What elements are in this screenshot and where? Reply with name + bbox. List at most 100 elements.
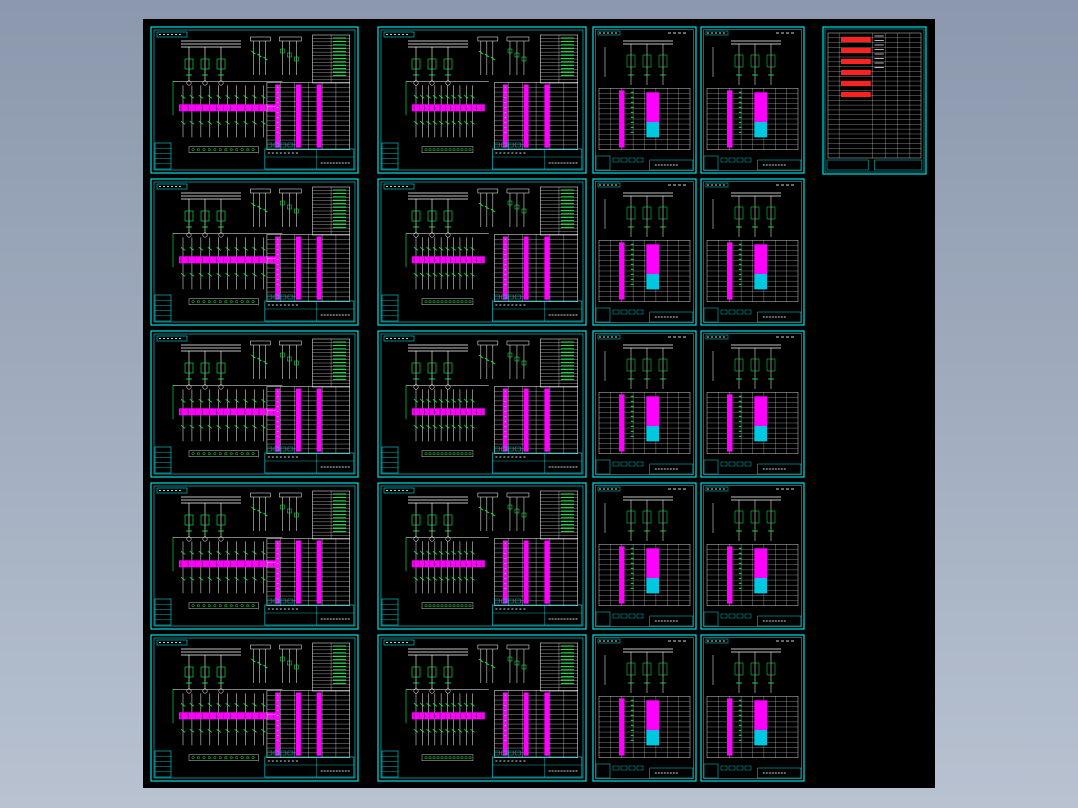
schedule-highlight-column bbox=[544, 540, 550, 604]
schedule-highlight-column bbox=[544, 236, 550, 300]
schedule-highlight-column bbox=[727, 698, 733, 756]
schedule-highlight-column bbox=[316, 236, 322, 300]
small-sheet-r4-c4 bbox=[700, 482, 805, 630]
schedule-cyan-block bbox=[754, 426, 768, 442]
schedule-highlight-column bbox=[544, 84, 550, 148]
sheet-border bbox=[377, 634, 587, 782]
terminal-strip-highlight bbox=[179, 256, 279, 264]
schedule-cyan-block bbox=[646, 122, 660, 138]
small-sheet-r1-c4 bbox=[700, 26, 805, 174]
schedule-highlight-column bbox=[316, 692, 322, 756]
schedule-highlight-column bbox=[295, 236, 301, 300]
schedule-highlight-column bbox=[727, 546, 733, 604]
small-sheet-r3-c4 bbox=[700, 330, 805, 478]
large-sheet-r4-c2 bbox=[377, 482, 587, 630]
schedule-highlight-column bbox=[502, 692, 508, 756]
large-sheet-r3-c2 bbox=[377, 330, 587, 478]
small-sheet-r4-c3 bbox=[592, 482, 697, 630]
schedule-highlight-column bbox=[295, 540, 301, 604]
large-sheet-r2-c2 bbox=[377, 178, 587, 326]
terminal-strip-highlight bbox=[179, 104, 279, 112]
schedule-highlight-block bbox=[754, 92, 768, 123]
schedule-highlight-block bbox=[646, 244, 660, 275]
terminal-strip-highlight bbox=[412, 712, 485, 720]
large-sheet-r2-c1 bbox=[150, 178, 359, 326]
small-sheet-r2-c3 bbox=[592, 178, 697, 326]
index-sheet bbox=[822, 26, 927, 175]
schedule-highlight-column bbox=[275, 236, 281, 300]
sheet-border bbox=[377, 482, 587, 630]
schedule-highlight-column bbox=[523, 388, 529, 452]
schedule-highlight-column bbox=[502, 84, 508, 148]
schedule-highlight-column bbox=[523, 692, 529, 756]
schedule-highlight-column bbox=[275, 540, 281, 604]
schedule-cyan-block bbox=[754, 122, 768, 138]
schedule-cyan-block bbox=[754, 274, 768, 290]
small-sheet-r5-c3 bbox=[592, 634, 697, 782]
schedule-highlight-column bbox=[316, 84, 322, 148]
large-sheet-r4-c1 bbox=[150, 482, 359, 630]
cad-viewport[interactable] bbox=[0, 0, 1078, 808]
drawing-list-entry bbox=[841, 92, 871, 97]
schedule-cyan-block bbox=[754, 730, 768, 746]
small-sheet-r5-c4 bbox=[700, 634, 805, 782]
schedule-cyan-block bbox=[646, 578, 660, 594]
schedule-highlight-column bbox=[275, 388, 281, 452]
drawing-list-entry bbox=[841, 48, 871, 53]
terminal-strip-highlight bbox=[412, 408, 485, 416]
terminal-strip-highlight bbox=[179, 712, 279, 720]
model-space-canvas[interactable] bbox=[143, 19, 935, 788]
schedule-highlight-block bbox=[754, 548, 768, 579]
schedule-highlight-column bbox=[316, 540, 322, 604]
schedule-highlight-block bbox=[646, 396, 660, 427]
schedule-highlight-column bbox=[316, 388, 322, 452]
schedule-highlight-column bbox=[619, 394, 625, 452]
schedule-highlight-column bbox=[275, 84, 281, 148]
schedule-highlight-column bbox=[727, 242, 733, 300]
schedule-cyan-block bbox=[754, 578, 768, 594]
schedule-highlight-column bbox=[502, 388, 508, 452]
drawing-list-entry bbox=[841, 37, 871, 42]
schedule-highlight-block bbox=[646, 700, 660, 731]
small-sheet-r2-c4 bbox=[700, 178, 805, 326]
schedule-highlight-column bbox=[295, 388, 301, 452]
drawing-list-entry bbox=[841, 59, 871, 64]
schedule-highlight-block bbox=[646, 548, 660, 579]
schedule-highlight-block bbox=[754, 244, 768, 275]
large-sheet-r1-c2 bbox=[377, 26, 587, 174]
drawing-list-entry bbox=[841, 81, 871, 86]
schedule-highlight-column bbox=[523, 84, 529, 148]
schedule-highlight-column bbox=[619, 698, 625, 756]
sheet-border bbox=[377, 330, 587, 478]
drawing-list-entry bbox=[841, 70, 871, 75]
terminal-strip-highlight bbox=[179, 560, 279, 568]
schedule-cyan-block bbox=[646, 426, 660, 442]
schedule-highlight-column bbox=[619, 242, 625, 300]
large-sheet-r1-c1 bbox=[150, 26, 359, 174]
schedule-highlight-column bbox=[523, 236, 529, 300]
drawing-sheets bbox=[150, 26, 927, 782]
schedule-highlight-column bbox=[544, 388, 550, 452]
schedule-cyan-block bbox=[646, 274, 660, 290]
schedule-highlight-block bbox=[754, 700, 768, 731]
large-sheet-r5-c2 bbox=[377, 634, 587, 782]
schedule-highlight-block bbox=[646, 92, 660, 123]
terminal-strip-highlight bbox=[412, 256, 485, 264]
schedule-highlight-column bbox=[295, 84, 301, 148]
schedule-highlight-column bbox=[727, 90, 733, 148]
small-sheet-r1-c3 bbox=[592, 26, 697, 174]
schedule-highlight-column bbox=[619, 90, 625, 148]
schedule-highlight-column bbox=[275, 692, 281, 756]
large-sheet-r3-c1 bbox=[150, 330, 359, 478]
schedule-highlight-column bbox=[295, 692, 301, 756]
sheet-border bbox=[377, 178, 587, 326]
sheet-border bbox=[822, 26, 927, 175]
schedule-highlight-column bbox=[502, 236, 508, 300]
schedule-highlight-block bbox=[754, 396, 768, 427]
schedule-highlight-column bbox=[727, 394, 733, 452]
terminal-strip-highlight bbox=[412, 104, 485, 112]
large-sheet-r5-c1 bbox=[150, 634, 359, 782]
schedule-highlight-column bbox=[619, 546, 625, 604]
schedule-highlight-column bbox=[544, 692, 550, 756]
terminal-strip-highlight bbox=[179, 408, 279, 416]
